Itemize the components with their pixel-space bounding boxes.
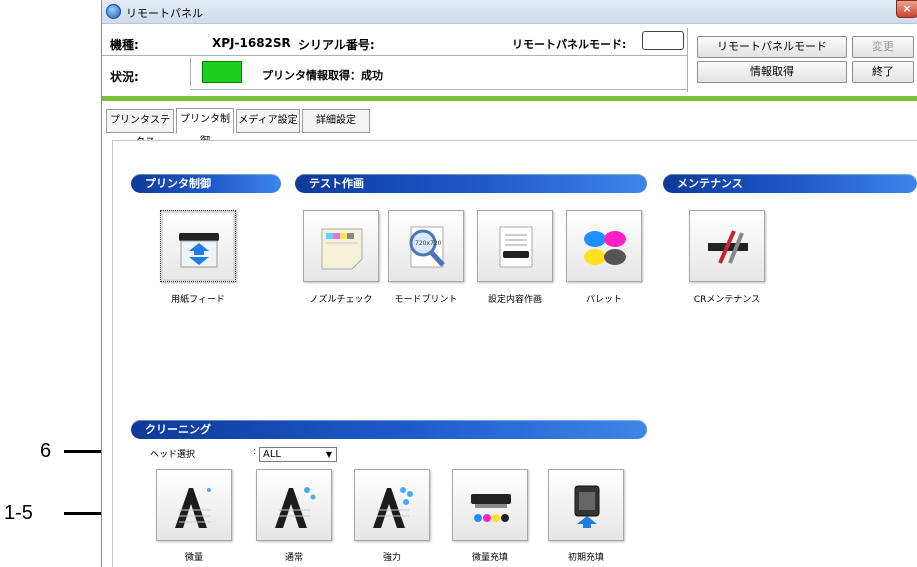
status-separator-left xyxy=(190,58,191,86)
cleaning-light-label: 微量 xyxy=(184,553,203,563)
chevron-down-icon: ▼ xyxy=(325,450,333,459)
ink-fill-light-icon xyxy=(471,494,511,522)
remote-mode-label: リモートパネルモード: xyxy=(512,38,627,51)
paper-feed-icon xyxy=(179,233,219,268)
cleaning-light-button[interactable] xyxy=(156,469,232,541)
cleaning-light-icon xyxy=(175,488,211,528)
model-label: 機種: xyxy=(110,38,139,52)
remote-panel-window: リモートパネル × 機種: XPJ-1682SR シリアル番号: リモートパネル… xyxy=(101,0,917,567)
info-separator xyxy=(102,55,687,56)
printer-control-panel: プリンタ制御 テスト作画 メンテナンス 用紙フィード ノズルチェック 720x7… xyxy=(112,140,917,567)
settings-print-icon xyxy=(499,226,533,268)
status-separator-right xyxy=(687,28,688,92)
nozzle-check-button[interactable] xyxy=(303,210,379,282)
cleaning-normal-label: 通常 xyxy=(284,553,303,563)
palette-icon xyxy=(584,231,626,265)
cr-maintenance-icon xyxy=(708,230,748,264)
palette-label: パレット xyxy=(585,295,622,305)
cleaning-strong-label: 強力 xyxy=(382,553,401,563)
change-button[interactable]: 変更 xyxy=(852,36,914,58)
remote-mode-indicator xyxy=(642,31,684,50)
paper-feed-button[interactable] xyxy=(160,210,236,282)
title-bar[interactable]: リモートパネル × xyxy=(102,0,917,24)
exit-button[interactable]: 終了 xyxy=(852,61,914,83)
initial-fill-label: 初期充填 xyxy=(567,553,604,563)
paper-feed-label: 用紙フィード xyxy=(171,295,225,305)
initial-fill-button[interactable] xyxy=(548,469,624,541)
callout-6: 6 xyxy=(40,440,52,462)
cleaning-normal-button[interactable] xyxy=(256,469,332,541)
info-panel: 機種: XPJ-1682SR シリアル番号: リモートパネルモード: 状況: プ… xyxy=(102,24,917,96)
palette-button[interactable] xyxy=(566,210,642,282)
status-value: プリンタ情報取得：成功 xyxy=(262,69,383,82)
ink-fill-light-label: 微量充填 xyxy=(471,553,508,563)
svg-text:720x720: 720x720 xyxy=(415,240,442,247)
tab-printer-status[interactable]: プリンタステータス xyxy=(106,109,174,148)
section-test-print: テスト作画 xyxy=(295,174,647,193)
get-info-button[interactable]: 情報取得 xyxy=(697,61,847,83)
ink-fill-light-button[interactable] xyxy=(452,469,528,541)
status-underline xyxy=(190,89,687,90)
tab-media-settings[interactable]: メディア設定 xyxy=(236,109,300,133)
section-cleaning: クリーニング xyxy=(131,420,647,439)
settings-print-label: 設定内容作画 xyxy=(487,295,542,305)
cleaning-strong-button[interactable] xyxy=(354,469,430,541)
cr-maintenance-label: CRメンテナンス xyxy=(693,295,761,305)
window-title: リモートパネル xyxy=(126,7,203,20)
status-label: 状況: xyxy=(110,70,139,84)
head-select-colon: : xyxy=(253,447,257,457)
section-printer-control: プリンタ制御 xyxy=(131,174,281,193)
initial-fill-icon xyxy=(574,485,600,528)
head-select-dropdown[interactable]: ALL ▼ xyxy=(259,447,337,462)
accent-bar xyxy=(102,96,917,101)
section-maintenance: メンテナンス xyxy=(663,174,917,193)
status-indicator xyxy=(202,61,242,83)
cleaning-normal-icon xyxy=(275,487,316,528)
mode-print-icon: 720x720 xyxy=(409,226,445,268)
tab-advanced-settings[interactable]: 詳細設定 xyxy=(302,109,370,133)
nozzle-check-icon xyxy=(321,228,363,270)
cr-maintenance-button[interactable] xyxy=(689,210,765,282)
model-value: XPJ-1682SR xyxy=(212,36,291,50)
app-icon xyxy=(106,4,121,19)
remote-panel-mode-button[interactable]: リモートパネルモード xyxy=(697,36,847,58)
head-select-value: ALL xyxy=(263,449,281,460)
tab-printer-control[interactable]: プリンタ制御 xyxy=(176,108,234,147)
head-select-label: ヘッド選択 xyxy=(150,450,196,460)
settings-print-button[interactable] xyxy=(477,210,553,282)
callout-1-5: 1-5 xyxy=(4,502,33,524)
mode-print-button[interactable]: 720x720 xyxy=(388,210,464,282)
close-button[interactable]: × xyxy=(896,0,917,18)
serial-label: シリアル番号: xyxy=(298,38,375,52)
mode-print-label: モードプリント xyxy=(394,295,458,305)
cleaning-strong-icon xyxy=(373,487,413,528)
